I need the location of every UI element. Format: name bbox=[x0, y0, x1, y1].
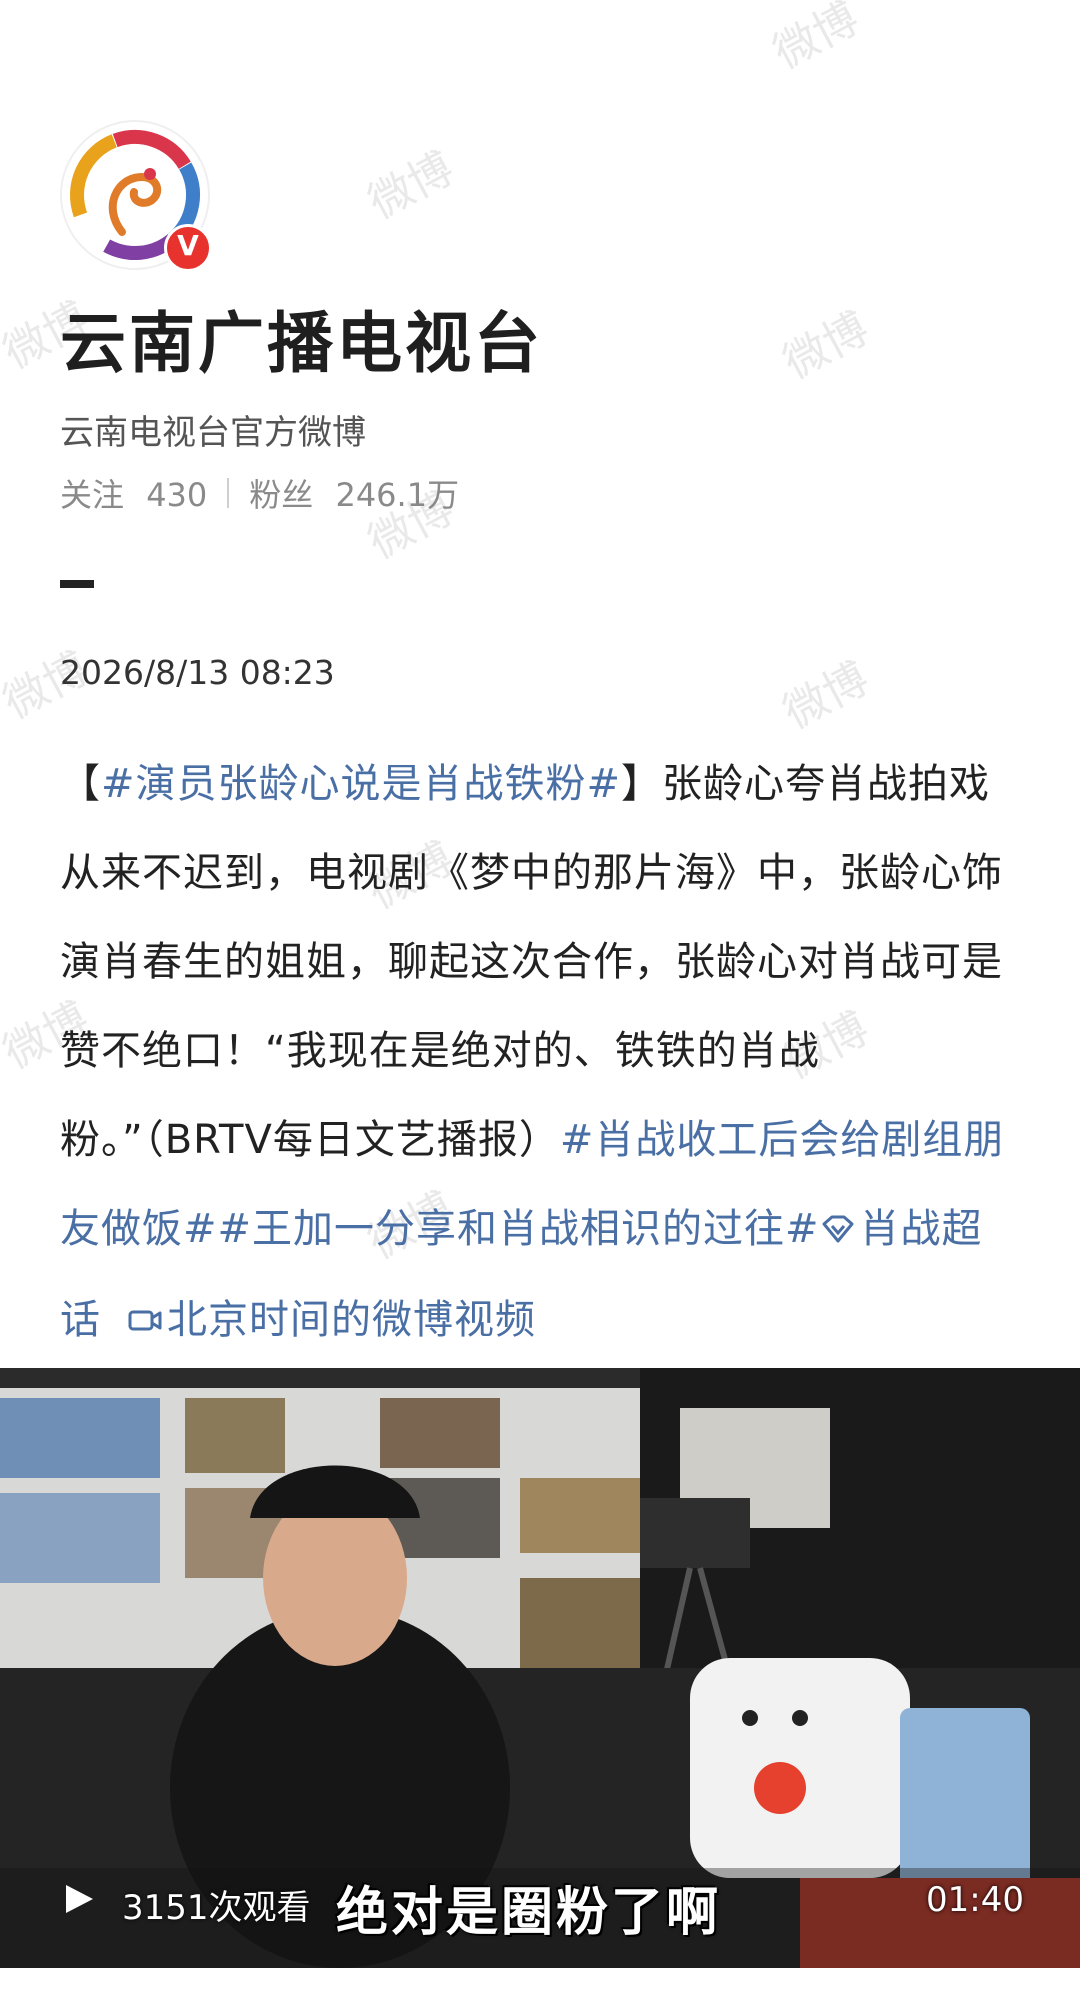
post-body: 张龄心夸肖战拍戏从来不迟到，电视剧《梦中的那片海》中，张龄心饰演肖春生的姐姐，聊… bbox=[60, 761, 1003, 1163]
following-stat[interactable]: 关注 430 bbox=[60, 470, 207, 516]
followers-stat[interactable]: 粉丝 246.1万 bbox=[249, 470, 459, 516]
diamond-icon bbox=[820, 1187, 856, 1276]
watermark: 微博 bbox=[775, 652, 877, 740]
hashtag-headline[interactable]: #演员张龄心说是肖战铁粉# bbox=[101, 761, 621, 807]
video-source-label: 北京时间的微博视频 bbox=[167, 1296, 536, 1343]
verified-badge: V bbox=[164, 224, 212, 272]
account-stats: 关注 430 粉丝 246.1万 bbox=[60, 470, 459, 516]
section-divider bbox=[60, 580, 94, 588]
video-subtitle: 绝对是圈粉了啊 bbox=[336, 1883, 722, 1943]
following-count: 430 bbox=[146, 476, 208, 514]
play-icon[interactable] bbox=[62, 1882, 96, 1920]
post-date: 2026/8/13 08:23 bbox=[60, 653, 335, 692]
following-label: 关注 bbox=[60, 476, 125, 514]
video-duration: 01:40 bbox=[926, 1880, 1024, 1920]
hashtag-wang-jiayi[interactable]: #王加一分享和肖战相识的过往# bbox=[218, 1206, 820, 1252]
avatar[interactable]: V bbox=[60, 120, 212, 272]
video-source-link[interactable]: 北京时间的微博视频 bbox=[127, 1297, 536, 1343]
watermark: 微博 bbox=[775, 302, 877, 390]
video-camera-icon bbox=[127, 1277, 163, 1366]
watermark: 微博 bbox=[360, 142, 462, 230]
watermark: 微博 bbox=[765, 0, 867, 80]
stats-divider bbox=[227, 478, 230, 508]
account-description: 云南电视台官方微博 bbox=[60, 413, 366, 453]
bracket-open: 【 bbox=[60, 761, 101, 807]
followers-label: 粉丝 bbox=[249, 476, 314, 514]
view-count: 3151次观看 bbox=[122, 1888, 311, 1928]
post-text: 【#演员张龄心说是肖战铁粉#】张龄心夸肖战拍戏从来不迟到，电视剧《梦中的那片海》… bbox=[60, 740, 1020, 1366]
bracket-close: 】 bbox=[621, 761, 663, 807]
followers-count: 246.1万 bbox=[335, 476, 460, 514]
account-name[interactable]: 云南广播电视台 bbox=[60, 290, 543, 386]
bottom-spacer bbox=[0, 1968, 1080, 1994]
